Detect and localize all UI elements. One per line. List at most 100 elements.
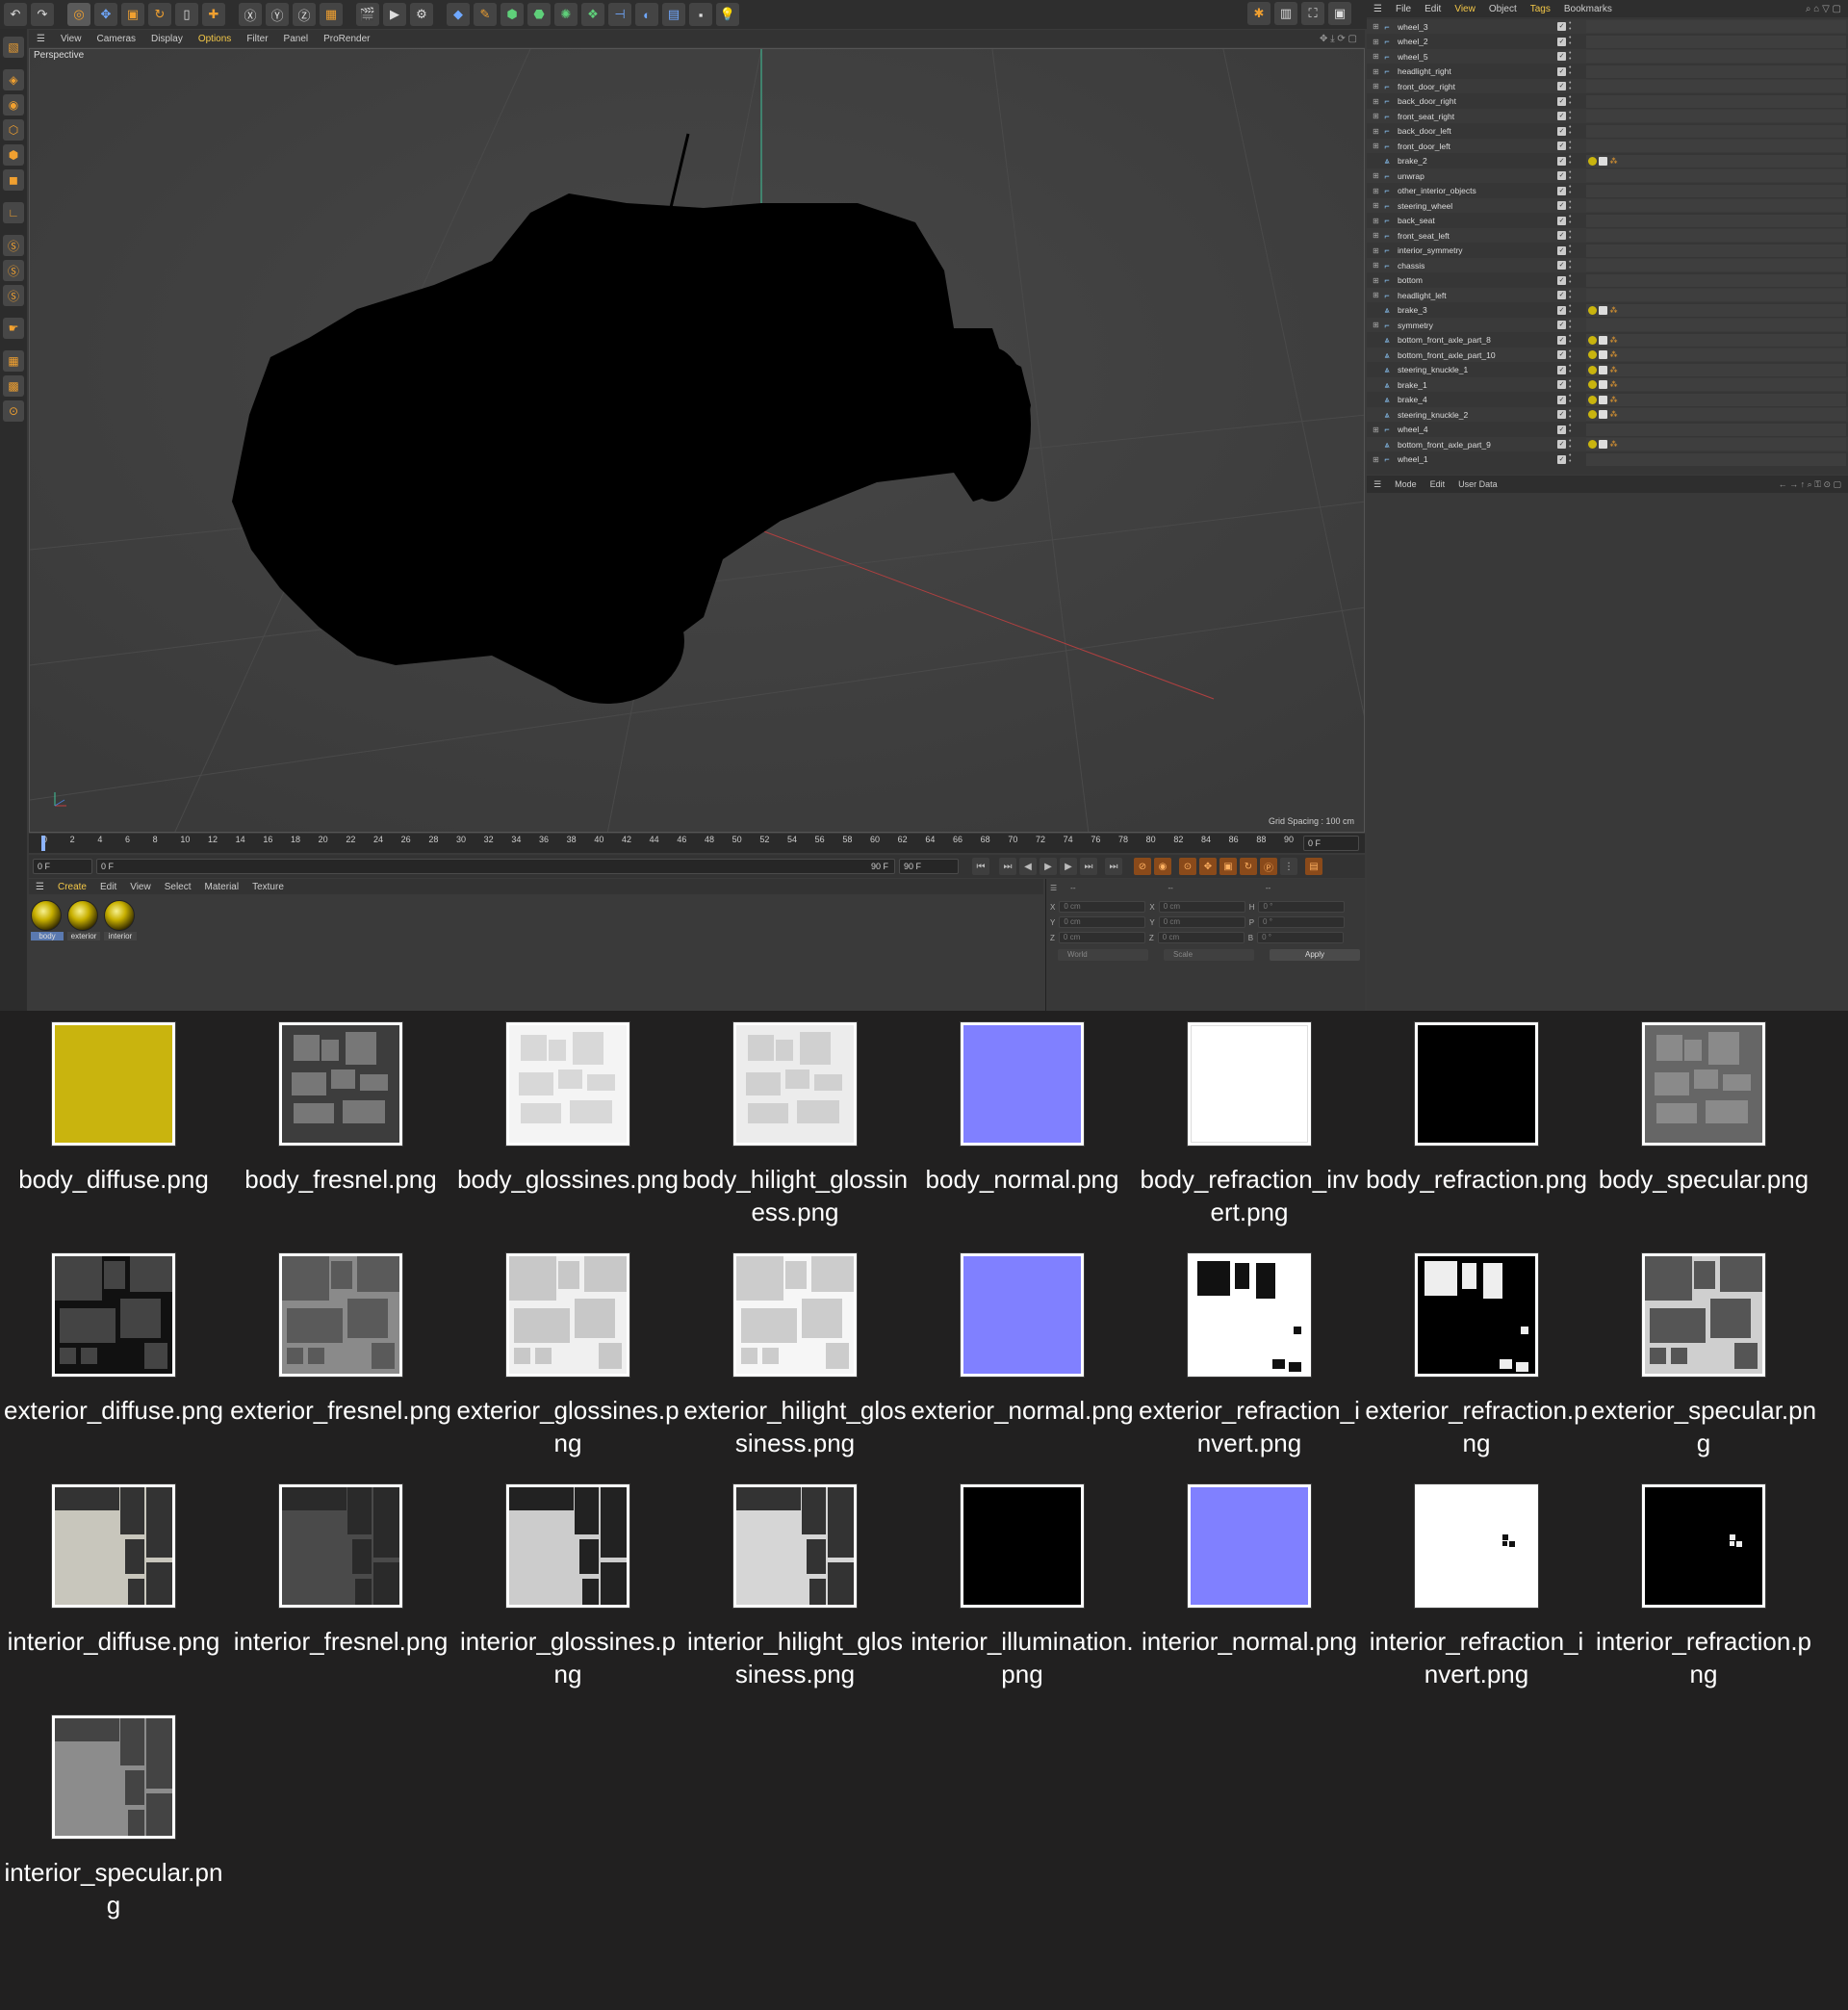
object-menu-bookmarks[interactable]: Bookmarks — [1557, 4, 1619, 14]
uvw-tag-icon[interactable] — [1599, 380, 1607, 389]
visibility-dots-icon[interactable]: • • — [1569, 423, 1573, 435]
render-region-icon[interactable]: 🎬 — [356, 3, 379, 26]
object-menu-view[interactable]: View — [1448, 4, 1482, 14]
snap-s2-icon[interactable]: Ⓢ — [3, 260, 24, 281]
live-select-icon[interactable]: ▯ — [175, 3, 198, 26]
visibility-dots-icon[interactable]: • • — [1569, 80, 1573, 92]
phong-tag-icon[interactable]: ⁂ — [1609, 157, 1618, 166]
apply-button[interactable]: Apply — [1270, 949, 1360, 961]
hamburger-icon[interactable]: ☰ — [29, 34, 53, 44]
key-selection-icon[interactable]: ⊙ — [1179, 858, 1196, 875]
object-row[interactable]: ⊞ ⌐ steering_wheel ✓ • • — [1367, 198, 1848, 213]
layer-checkbox-icon[interactable]: ✓ — [1557, 126, 1566, 136]
render-settings-icon[interactable]: ⚙ — [410, 3, 433, 26]
viewport-nav-icons[interactable]: ✥ ⤓ ⟳ ▢ — [1312, 34, 1365, 44]
material-tag-icon[interactable] — [1588, 365, 1597, 374]
viewport-menu-panel[interactable]: Panel — [276, 34, 317, 44]
expand-icon[interactable]: ⊞ — [1373, 291, 1380, 299]
material-tag-icon[interactable] — [1588, 395, 1597, 404]
layer-checkbox-icon[interactable]: ✓ — [1557, 395, 1566, 404]
object-row[interactable]: ⊞ ⌐ front_seat_left ✓ • • — [1367, 228, 1848, 243]
attr-menu-user-data[interactable]: User Data — [1451, 479, 1504, 489]
viewport-menu-cameras[interactable]: Cameras — [89, 34, 143, 44]
go-to-end-icon[interactable]: ⏭ — [1105, 858, 1122, 875]
create-object-icon[interactable]: ✚ — [202, 3, 225, 26]
mograph-icon[interactable]: ❖ — [581, 3, 604, 26]
file-item[interactable]: interior_diffuse.png — [0, 1484, 227, 1658]
visibility-dots-icon[interactable]: • • — [1569, 50, 1573, 63]
file-item[interactable]: exterior_specular.png — [1590, 1253, 1817, 1459]
object-menu-tags[interactable]: Tags — [1524, 4, 1557, 14]
snap-s1-icon[interactable]: Ⓢ — [3, 235, 24, 256]
light-icon[interactable]: 💡 — [716, 3, 739, 26]
scale-dropdown[interactable]: Scale — [1164, 949, 1254, 961]
phong-tag-icon[interactable]: ⁂ — [1609, 350, 1618, 359]
layer-checkbox-icon[interactable]: ✓ — [1557, 112, 1566, 120]
uvw-tag-icon[interactable] — [1599, 365, 1607, 374]
object-row[interactable]: ⊞ ⌐ wheel_1 ✓ • • — [1367, 452, 1848, 467]
phong-tag-icon[interactable]: ⁂ — [1609, 366, 1618, 374]
z-axis-lock-icon[interactable]: Ⓩ — [293, 3, 316, 26]
layer-checkbox-icon[interactable]: ✓ — [1557, 156, 1566, 166]
file-item[interactable]: body_refraction.png — [1363, 1022, 1590, 1196]
position-x-field[interactable]: 0 cm — [1059, 901, 1146, 913]
scale-tool-icon[interactable]: ▣ — [121, 3, 144, 26]
next-frame-icon[interactable]: ▶ — [1060, 858, 1077, 875]
expand-icon[interactable]: ⊞ — [1373, 171, 1380, 180]
visibility-dots-icon[interactable]: • • — [1569, 408, 1573, 421]
object-mode-icon[interactable]: ◈ — [3, 69, 24, 90]
deformer-icon[interactable]: ✺ — [554, 3, 578, 26]
expand-icon[interactable]: ⊞ — [1373, 231, 1380, 240]
world-dropdown[interactable]: World — [1058, 949, 1148, 961]
undo-icon[interactable]: ↶ — [4, 3, 27, 26]
array-icon[interactable]: ⬣ — [527, 3, 551, 26]
material-tag-icon[interactable] — [1588, 305, 1597, 315]
redo-icon[interactable]: ↷ — [31, 3, 54, 26]
workplane-icon[interactable]: ▥ — [1274, 2, 1297, 25]
uvw-tag-icon[interactable] — [1599, 410, 1607, 419]
file-item[interactable]: exterior_glossines.png — [454, 1253, 681, 1459]
file-item[interactable]: interior_refraction_invert.png — [1363, 1484, 1590, 1690]
file-item[interactable]: body_refraction_invert.png — [1136, 1022, 1363, 1228]
attr-menu-edit[interactable]: Edit — [1424, 479, 1452, 489]
layer-checkbox-icon[interactable]: ✓ — [1557, 37, 1566, 46]
uvw-tag-icon[interactable] — [1599, 305, 1607, 315]
object-row[interactable]: ⊞ ⌐ headlight_right ✓ • • — [1367, 64, 1848, 79]
layer-checkbox-icon[interactable]: ✓ — [1557, 335, 1566, 345]
hamburger-icon[interactable]: ☰ — [1050, 884, 1057, 892]
object-row[interactable]: ⩓ brake_4 ✓ • • ⁂ — [1367, 393, 1848, 407]
expand-icon[interactable]: ⊞ — [1373, 22, 1380, 31]
layer-checkbox-icon[interactable]: ✓ — [1557, 201, 1566, 210]
key-scale-icon[interactable]: ▣ — [1219, 858, 1237, 875]
object-row[interactable]: ⩓ bottom_front_axle_part_8 ✓ • • ⁂ — [1367, 333, 1848, 348]
visibility-dots-icon[interactable]: • • — [1569, 393, 1573, 405]
object-row[interactable]: ⊞ ⌐ back_seat ✓ • • — [1367, 214, 1848, 228]
uvw-tag-icon[interactable] — [1599, 440, 1607, 449]
viewport-menu-options[interactable]: Options — [191, 34, 239, 44]
layout-icon[interactable]: ▣ — [1328, 2, 1351, 25]
paint-icon[interactable]: ▦ — [3, 350, 24, 372]
pen-icon[interactable]: ✎ — [474, 3, 497, 26]
visibility-dots-icon[interactable]: • • — [1569, 348, 1573, 361]
field-icon[interactable]: ◐ — [635, 3, 658, 26]
expand-icon[interactable]: ⊞ — [1373, 321, 1380, 329]
material-menu-edit[interactable]: Edit — [93, 882, 123, 892]
file-item[interactable]: body_fresnel.png — [227, 1022, 454, 1196]
object-row[interactable]: ⩓ steering_knuckle_1 ✓ • • ⁂ — [1367, 363, 1848, 377]
layer-checkbox-icon[interactable]: ✓ — [1557, 231, 1566, 240]
visibility-dots-icon[interactable]: • • — [1569, 259, 1573, 271]
object-row[interactable]: ⊞ ⌐ wheel_2 ✓ • • — [1367, 35, 1848, 49]
layer-checkbox-icon[interactable]: ✓ — [1557, 380, 1566, 389]
material-menu-select[interactable]: Select — [158, 882, 198, 892]
subdivision-icon[interactable]: ⬢ — [500, 3, 524, 26]
hamburger-icon[interactable]: ☰ — [1367, 4, 1389, 14]
material-menu-view[interactable]: View — [123, 882, 158, 892]
phong-tag-icon[interactable]: ⁂ — [1609, 440, 1618, 449]
visibility-dots-icon[interactable]: • • — [1569, 229, 1573, 242]
layer-checkbox-icon[interactable]: ✓ — [1557, 186, 1566, 195]
layer-checkbox-icon[interactable]: ✓ — [1557, 454, 1566, 464]
x-axis-lock-icon[interactable]: Ⓧ — [239, 3, 262, 26]
select-tool-icon[interactable]: ◎ — [67, 3, 90, 26]
file-item[interactable]: interior_hilight_glossiness.png — [681, 1484, 909, 1690]
go-to-start-icon[interactable]: ⏮ — [972, 858, 989, 875]
